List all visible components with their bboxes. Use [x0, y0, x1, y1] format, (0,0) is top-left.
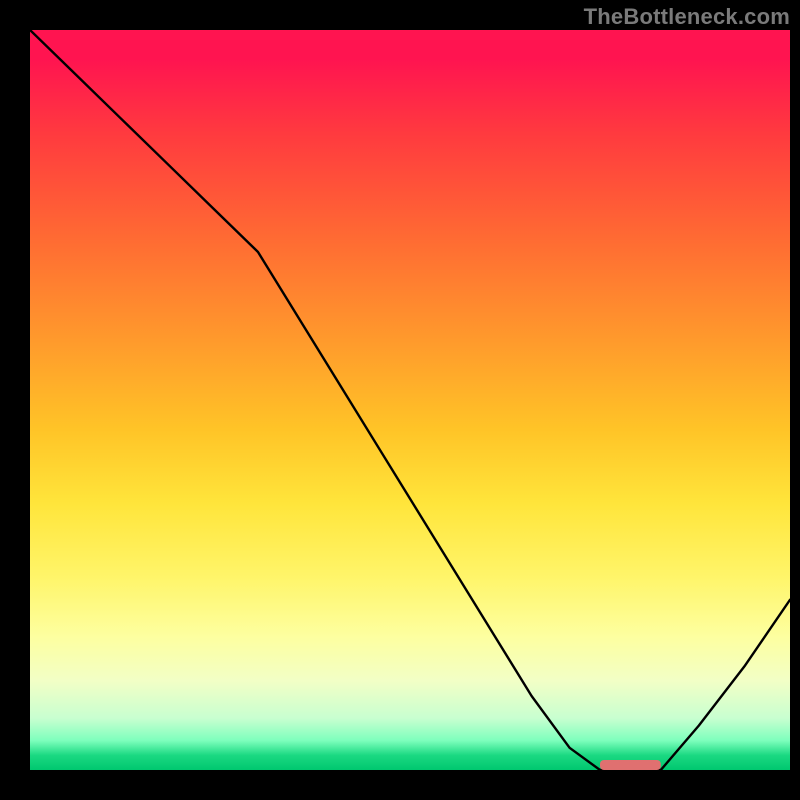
watermark-label: TheBottleneck.com	[584, 4, 790, 30]
bottleneck-curve	[30, 30, 790, 770]
chart-container: TheBottleneck.com	[0, 0, 800, 800]
chart-svg	[30, 30, 790, 770]
plot-area	[30, 30, 790, 770]
optimal-marker	[600, 760, 661, 770]
